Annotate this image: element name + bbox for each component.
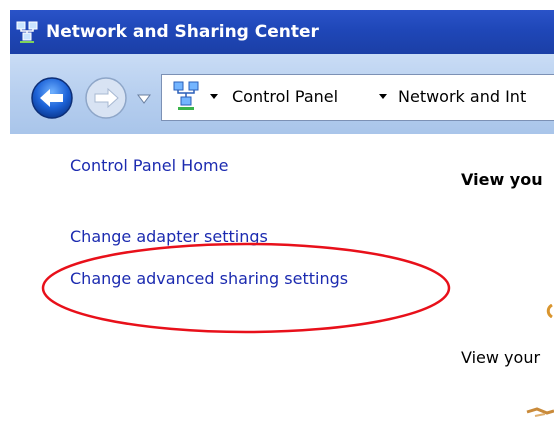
back-button[interactable]: [30, 76, 74, 120]
window-title: Network and Sharing Center: [46, 22, 319, 42]
main-subtext: View your: [461, 348, 541, 367]
recent-pages-dropdown[interactable]: [136, 93, 152, 105]
control-panel-home-link[interactable]: Control Panel Home: [70, 155, 228, 177]
chevron-down-icon[interactable]: [207, 84, 221, 108]
network-icon: [173, 81, 199, 110]
network-icon: [16, 21, 38, 43]
navigation-bar: Control Panel Network and Int: [10, 54, 554, 134]
breadcrumb-control-panel[interactable]: Control Panel: [232, 85, 338, 109]
change-advanced-sharing-settings-link[interactable]: Change advanced sharing settings: [70, 268, 348, 290]
chevron-down-icon[interactable]: [376, 84, 390, 108]
main-heading: View you: [461, 170, 543, 189]
content-clip: Control Panel Home Change adapter settin…: [10, 134, 554, 421]
window-left-edge: [0, 10, 10, 421]
network-map-fragment: [546, 304, 553, 318]
title-bar: Network and Sharing Center: [10, 10, 554, 54]
forward-button[interactable]: [84, 76, 128, 120]
address-bar[interactable]: Control Panel Network and Int: [161, 74, 554, 121]
breadcrumb-network-and-internet[interactable]: Network and Int: [398, 85, 526, 109]
network-map-fragment: [526, 407, 554, 417]
change-adapter-settings-link[interactable]: Change adapter settings: [70, 226, 268, 248]
content-area: Control Panel Home Change adapter settin…: [10, 134, 554, 421]
